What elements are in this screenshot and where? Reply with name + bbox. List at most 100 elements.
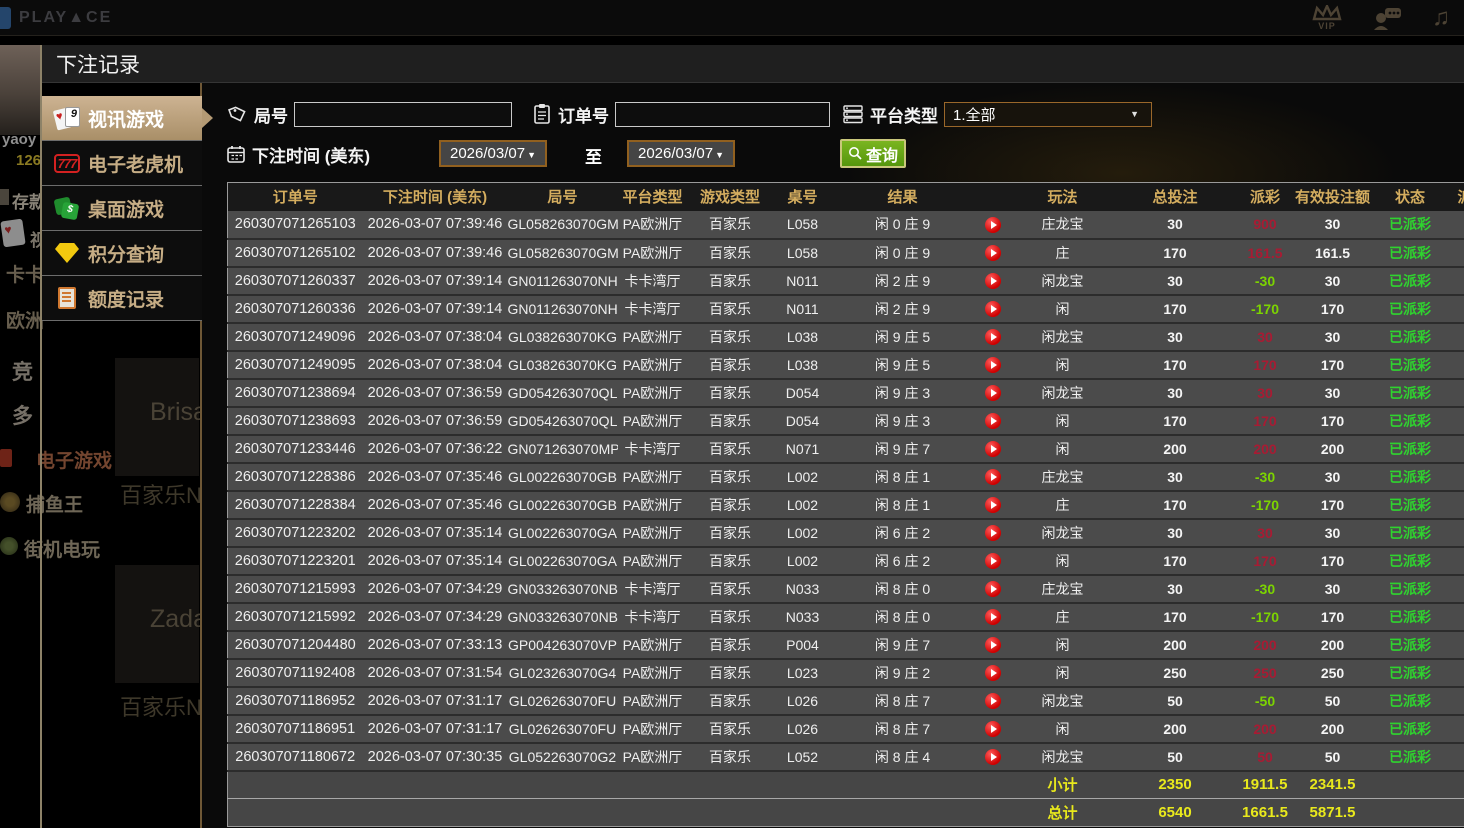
lobby-item-fishing: 捕鱼王 <box>26 495 84 516</box>
menu-item-points[interactable]: 积分查询 <box>42 231 202 276</box>
replay-button[interactable] <box>984 273 1001 290</box>
platform-type-select[interactable]: 1.全部 ▼ <box>944 101 1152 127</box>
game-cell: 百家乐 <box>687 322 773 352</box>
result-cell: 闲 8 庄 1 <box>832 462 973 492</box>
dealer-name: Zada <box>150 605 207 633</box>
menu-item-slots[interactable]: 777 电子老虎机 <box>42 141 202 186</box>
replay-button[interactable] <box>984 721 1001 738</box>
payout-cell: -30 <box>1237 266 1293 296</box>
replay-button[interactable] <box>984 693 1001 710</box>
game-cell: 百家乐 <box>687 602 773 632</box>
round-cell: GL002263070GB <box>507 490 618 520</box>
bet-cell: 闲 <box>1012 658 1113 688</box>
valid-cell: 200 <box>1292 630 1373 660</box>
valid-cell: 30 <box>1292 266 1373 296</box>
cut-cell <box>1447 630 1464 660</box>
grand-total-row: 总计 6540 1661.5 5871.5 <box>227 798 1464 827</box>
time-cell: 2026-03-07 07:39:14 <box>362 294 508 324</box>
result-cell: 闲 9 庄 7 <box>832 630 973 660</box>
replay-button[interactable] <box>984 329 1001 346</box>
replay-button[interactable] <box>984 553 1001 570</box>
replay-button[interactable] <box>984 525 1001 542</box>
col-result: 结果 <box>832 182 973 211</box>
menu-item-quota[interactable]: 额度记录 <box>42 276 202 321</box>
table-row: 260307071186951 2026-03-07 07:31:17 GL0262… <box>227 714 1464 744</box>
music-button[interactable]: ♫ <box>1432 4 1450 32</box>
round-cell: GN033263070NB <box>507 574 618 604</box>
order-cell: 260307071180672 <box>227 742 363 772</box>
cut-cell <box>1447 434 1464 464</box>
bet-cell: 闲 <box>1012 714 1113 744</box>
replay-button[interactable] <box>984 413 1001 430</box>
table-row: 260307071215992 2026-03-07 07:34:29 GN0332… <box>227 602 1464 632</box>
subtotal-total-bet: 2350 <box>1112 770 1238 799</box>
bet-cell: 庄龙宝 <box>1012 574 1113 604</box>
vip-button[interactable]: VIP <box>1312 4 1342 31</box>
replay-button[interactable] <box>984 497 1001 514</box>
grand-total-label: 总计 <box>1012 798 1113 827</box>
valid-cell: 30 <box>1292 210 1373 240</box>
play-cell <box>972 434 1013 464</box>
time-cell: 2026-03-07 07:36:59 <box>362 378 508 408</box>
bet-cell: 庄 <box>1012 238 1113 268</box>
status-cell: 已派彩 <box>1372 434 1448 464</box>
replay-button[interactable] <box>984 637 1001 654</box>
result-cell: 闲 9 庄 2 <box>832 658 973 688</box>
replay-button[interactable] <box>984 665 1001 682</box>
points-gem-icon <box>52 238 82 268</box>
game-cell: 百家乐 <box>687 658 773 688</box>
username-text: yaoy <box>2 131 37 148</box>
cut-cell <box>1447 350 1464 380</box>
result-cell: 闲 8 庄 0 <box>832 574 973 604</box>
col-status: 状态 <box>1372 182 1448 211</box>
replay-button[interactable] <box>984 469 1001 486</box>
game-cell: 百家乐 <box>687 266 773 296</box>
bet-cell: 闲龙宝 <box>1012 322 1113 352</box>
total-cell: 170 <box>1112 490 1238 520</box>
result-cell: 闲 8 庄 1 <box>832 490 973 520</box>
replay-button[interactable] <box>984 609 1001 626</box>
table-cell: D054 <box>772 378 833 408</box>
chevron-down-icon: ▼ <box>527 149 536 160</box>
bet-records-table: 订单号 下注时间 (美东) 局号 平台类型 游戏类型 桌号 结果 玩法 总投注 … <box>227 182 1464 828</box>
date-from-picker[interactable]: 2026/03/07 ▼ <box>439 140 547 167</box>
table-cell: L026 <box>772 686 833 716</box>
plat-cell: PA欧洲厅 <box>617 378 688 408</box>
col-time: 下注时间 (美东) <box>362 182 508 211</box>
replay-button[interactable] <box>984 581 1001 598</box>
menu-item-table-games[interactable]: 桌面游戏 <box>42 186 202 231</box>
replay-button[interactable] <box>984 749 1001 766</box>
round-number-input[interactable] <box>294 101 512 127</box>
support-button[interactable] <box>1372 6 1402 30</box>
order-cell: 260307071233446 <box>227 434 363 464</box>
cut-cell <box>1447 742 1464 772</box>
play-cell <box>972 658 1013 688</box>
replay-button[interactable] <box>984 216 1001 233</box>
replay-button[interactable] <box>984 441 1001 458</box>
valid-cell: 30 <box>1292 322 1373 352</box>
round-cell: GL038263070KG <box>507 322 618 352</box>
plat-cell: PA欧洲厅 <box>617 490 688 520</box>
time-cell: 2026-03-07 07:35:46 <box>362 490 508 520</box>
order-number-input[interactable] <box>615 101 830 127</box>
play-cell <box>972 714 1013 744</box>
search-button[interactable]: 查询 <box>840 139 906 168</box>
replay-button[interactable] <box>984 245 1001 262</box>
replay-button[interactable] <box>984 385 1001 402</box>
payout-cell: -170 <box>1237 490 1293 520</box>
valid-cell: 250 <box>1292 658 1373 688</box>
date-to-picker[interactable]: 2026/03/07 ▼ <box>627 140 735 167</box>
plat-cell: PA欧洲厅 <box>617 350 688 380</box>
table-header-row: 订单号 下注时间 (美东) 局号 平台类型 游戏类型 桌号 结果 玩法 总投注 … <box>227 182 1464 211</box>
round-cell: GL058263070GM <box>507 210 618 240</box>
round-cell: GL052263070G2 <box>507 742 618 772</box>
table-cell: L038 <box>772 350 833 380</box>
menu-item-label: 积分查询 <box>88 244 165 266</box>
payout-cell: 30 <box>1237 322 1293 352</box>
replay-button[interactable] <box>984 301 1001 318</box>
table-cell: L002 <box>772 546 833 576</box>
menu-item-video-games[interactable]: 视讯游戏 <box>42 96 213 141</box>
plat-cell: PA欧洲厅 <box>617 742 688 772</box>
replay-button[interactable] <box>984 357 1001 374</box>
lobby-item-duo: 多 <box>12 405 33 428</box>
